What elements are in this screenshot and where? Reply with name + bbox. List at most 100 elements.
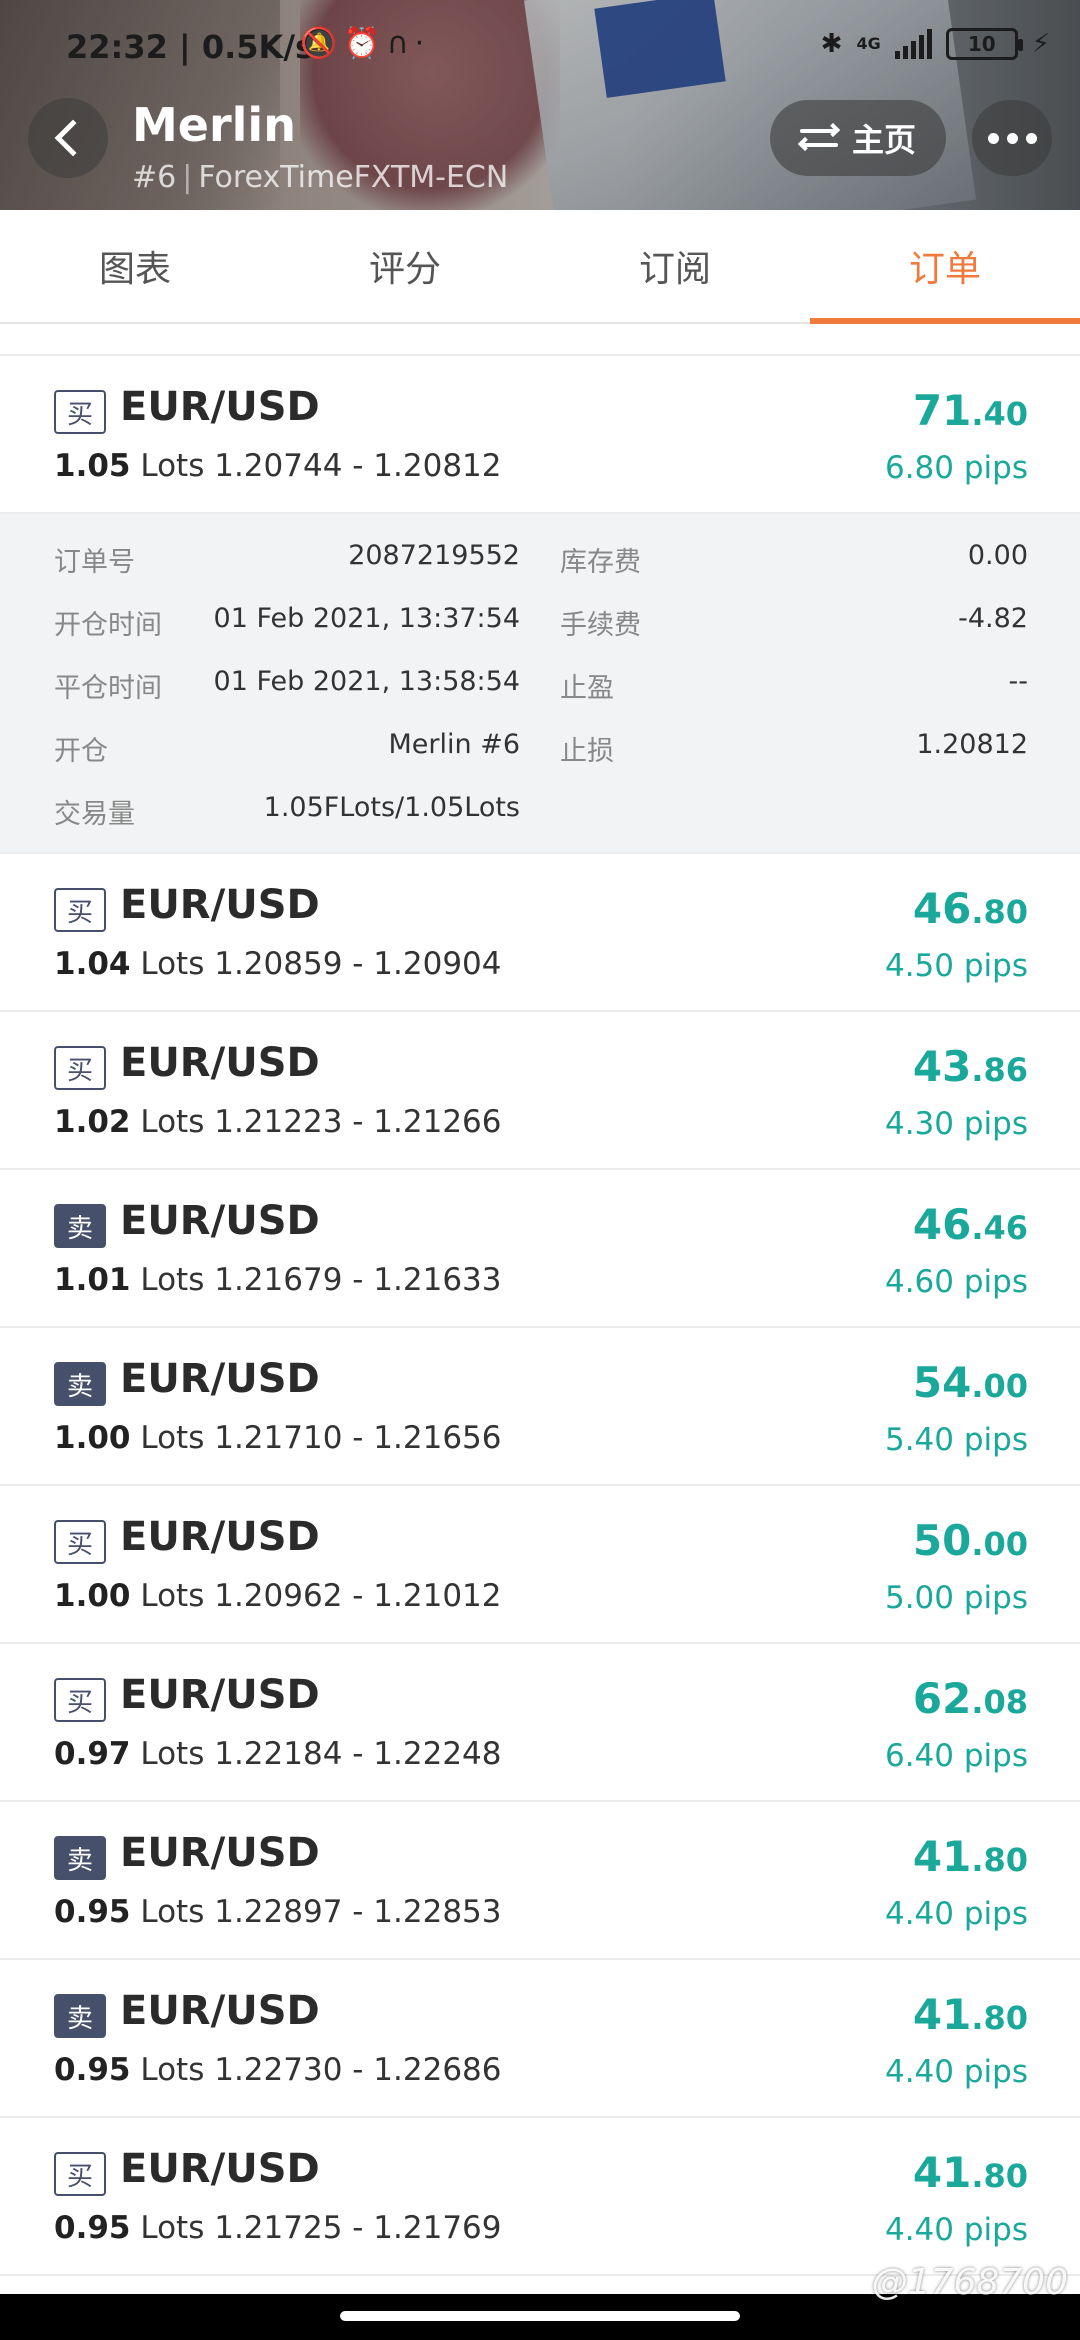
side-badge: 卖 (54, 1362, 106, 1406)
pips-value: 6.40 (884, 1738, 955, 1774)
order-row[interactable]: 买 EUR/USD 0.97 Lots 1.22184 - 1.22248 62… (0, 1644, 1080, 1802)
order-row[interactable]: 买 EUR/USD 1.02 Lots 1.21223 - 1.21266 43… (0, 1012, 1080, 1170)
pips-unit: pips (963, 1738, 1028, 1774)
status-right: ✱ 4G 10 ⚡ (821, 28, 1050, 60)
detail-label: 止盈 (560, 673, 614, 704)
tab-bar: 图表 评分 订阅 订单 (0, 210, 1080, 324)
close-time: 01 Feb 2021, 13:58:54 (213, 666, 520, 697)
profit-dec: .40 (971, 395, 1028, 433)
order-row[interactable]: 买 EUR/USD 0.95 Lots 1.21725 - 1.21769 41… (0, 2118, 1080, 2276)
order-prices: 1.20962 - 1.21012 (214, 1578, 502, 1614)
more-button[interactable] (972, 100, 1052, 176)
side-badge: 买 (54, 888, 106, 932)
order-pips: 4.40 pips (885, 2054, 1028, 2090)
order-pips: 4.40 pips (885, 2212, 1028, 2248)
battery-icon: 10 (945, 28, 1023, 60)
header-banner: 22:32 | 0.5K/s 🔕⏰∩· ✱ 4G 10 ⚡ Merlin #6 |… (0, 0, 1080, 210)
profit-int: 41 (912, 1990, 972, 2039)
lots-unit: Lots (140, 1104, 205, 1140)
order-lots: 1.02 (54, 1104, 131, 1140)
dot-icon (1006, 132, 1018, 144)
pips-unit: pips (963, 2212, 1028, 2248)
back-button[interactable] (28, 98, 108, 178)
order-lots-prices: 0.97 Lots 1.22184 - 1.22248 (54, 1736, 502, 1772)
order-row[interactable]: 卖 EUR/USD 0.95 Lots 1.22730 - 1.22686 41… (0, 1960, 1080, 2118)
pips-unit: pips (963, 1896, 1028, 1932)
profit-int: 50 (912, 1516, 972, 1565)
order-symbol: EUR/USD (120, 1198, 320, 1244)
order-pips: 6.40 pips (885, 1738, 1028, 1774)
order-prices: 1.20744 - 1.20812 (214, 448, 502, 484)
order-lots: 1.00 (54, 1578, 131, 1614)
swap-value: 0.00 (967, 540, 1028, 571)
tab-rating[interactable]: 评分 (270, 210, 540, 322)
charging-icon: ⚡ (1031, 29, 1050, 59)
side-badge: 买 (54, 2152, 106, 2196)
order-row[interactable]: 买 EUR/USD 1.05 Lots 1.20744 - 1.20812 71… (0, 356, 1080, 514)
order-lots-prices: 0.95 Lots 1.21725 - 1.21769 (54, 2210, 502, 2246)
broker-name: ForexTimeFXTM-ECN (198, 160, 509, 195)
detail-row: 订单号 2087219552 库存费 0.00 (0, 540, 1080, 580)
tab-chart[interactable]: 图表 (0, 210, 270, 322)
pips-unit: pips (963, 1580, 1028, 1616)
lots-unit: Lots (140, 2052, 205, 2088)
order-row[interactable]: 买 EUR/USD 1.04 Lots 1.20859 - 1.20904 46… (0, 854, 1080, 1012)
tab-subscribe[interactable]: 订阅 (540, 210, 810, 322)
detail-label: 平仓时间 (54, 673, 162, 704)
detail-label: 手续费 (560, 610, 641, 641)
order-profit: 41.80 (913, 1990, 1028, 2039)
detail-label: 止损 (560, 736, 614, 767)
detail-label: 交易量 (54, 799, 135, 830)
detail-row: 平仓时间 01 Feb 2021, 13:58:54 止盈 -- (0, 666, 1080, 706)
order-pips: 6.80 pips (885, 450, 1028, 486)
order-profit: 41.80 (913, 1832, 1028, 1881)
lots-unit: Lots (140, 2210, 205, 2246)
order-lots-prices: 1.05 Lots 1.20744 - 1.20812 (54, 448, 502, 484)
lots-unit: Lots (140, 1736, 205, 1772)
order-row[interactable]: 卖 EUR/USD 1.00 Lots 1.21710 - 1.21656 54… (0, 1328, 1080, 1486)
order-profit: 62.08 (913, 1674, 1028, 1723)
order-pips: 4.40 pips (885, 1896, 1028, 1932)
detail-label: 订单号 (54, 547, 135, 578)
order-number: 2087219552 (348, 540, 520, 571)
order-row[interactable]: 买 EUR/USD 1.00 Lots 1.20962 - 1.21012 50… (0, 1486, 1080, 1644)
order-pips: 4.30 pips (885, 1106, 1028, 1142)
profit-int: 41 (912, 2148, 972, 2197)
order-symbol: EUR/USD (120, 1040, 320, 1086)
pips-value: 4.30 (884, 1106, 955, 1142)
home-button[interactable]: 主页 (770, 100, 946, 176)
order-row[interactable]: 卖 EUR/USD 1.01 Lots 1.21679 - 1.21633 46… (0, 1170, 1080, 1328)
order-symbol: EUR/USD (120, 1988, 320, 2034)
detail-row: 开仓时间 01 Feb 2021, 13:37:54 手续费 -4.82 (0, 603, 1080, 643)
order-lots-prices: 0.95 Lots 1.22897 - 1.22853 (54, 1894, 502, 1930)
profit-dec: .80 (971, 1841, 1028, 1879)
take-profit-value: -- (1008, 666, 1029, 697)
profit-int: 71 (912, 386, 972, 435)
order-profit: 54.00 (913, 1358, 1028, 1407)
order-row[interactable]: 卖 EUR/USD 0.95 Lots 1.22897 - 1.22853 41… (0, 1802, 1080, 1960)
dot-icon (987, 132, 999, 144)
order-pips: 4.50 pips (885, 948, 1028, 984)
profit-int: 41 (912, 1832, 972, 1881)
order-profit: 46.46 (913, 1200, 1028, 1249)
order-prices: 1.21725 - 1.21769 (214, 2210, 502, 2246)
order-lots-prices: 1.02 Lots 1.21223 - 1.21266 (54, 1104, 502, 1140)
order-profit: 50.00 (913, 1516, 1028, 1565)
profit-dec: .00 (971, 1367, 1028, 1405)
home-indicator[interactable] (340, 2311, 740, 2321)
side-badge: 卖 (54, 1994, 106, 2038)
swap-icon (797, 122, 841, 153)
tab-orders[interactable]: 订单 (810, 210, 1080, 324)
lots-unit: Lots (140, 1420, 205, 1456)
pips-unit: pips (963, 1264, 1028, 1300)
commission-value: -4.82 (958, 603, 1028, 634)
pips-unit: pips (963, 1106, 1028, 1142)
lots-unit: Lots (140, 1262, 205, 1298)
order-prices: 1.22730 - 1.22686 (214, 2052, 502, 2088)
pips-value: 6.80 (884, 450, 955, 486)
pips-value: 4.40 (884, 1896, 955, 1932)
battery-level: 10 (967, 32, 996, 56)
pips-unit: pips (963, 1422, 1028, 1458)
side-badge: 卖 (54, 1836, 106, 1880)
list-item-partial (0, 326, 1080, 356)
